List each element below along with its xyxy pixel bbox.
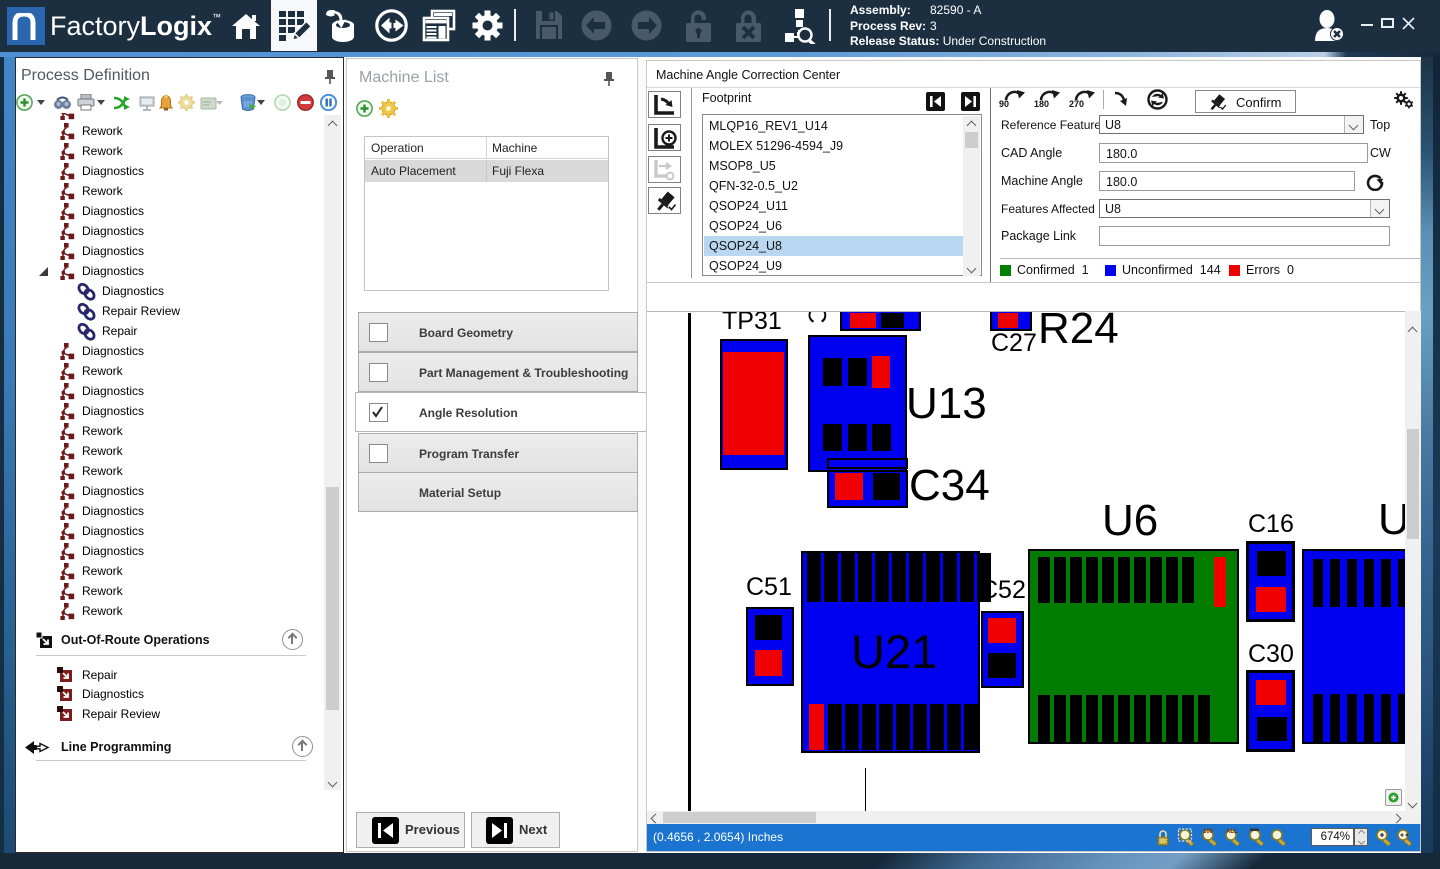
svg-text:ALL: ALL bbox=[1226, 829, 1238, 835]
svg-text:100: 100 bbox=[1203, 829, 1214, 835]
